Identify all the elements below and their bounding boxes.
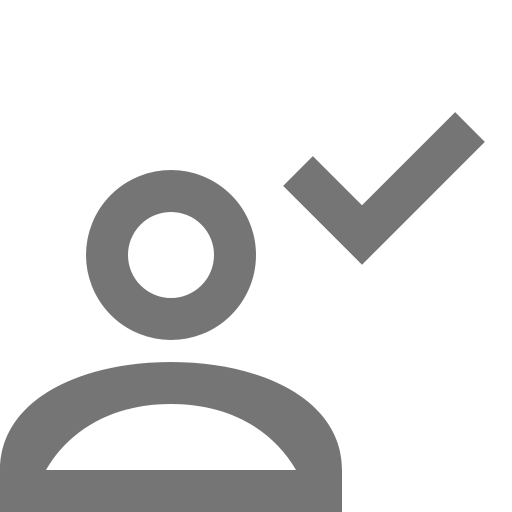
- user-body-icon: [0, 362, 342, 512]
- checkmark-icon: [283, 112, 485, 265]
- icon-canvas: [0, 0, 512, 512]
- user-head-icon: [86, 170, 256, 340]
- user-check-icon: [0, 112, 485, 512]
